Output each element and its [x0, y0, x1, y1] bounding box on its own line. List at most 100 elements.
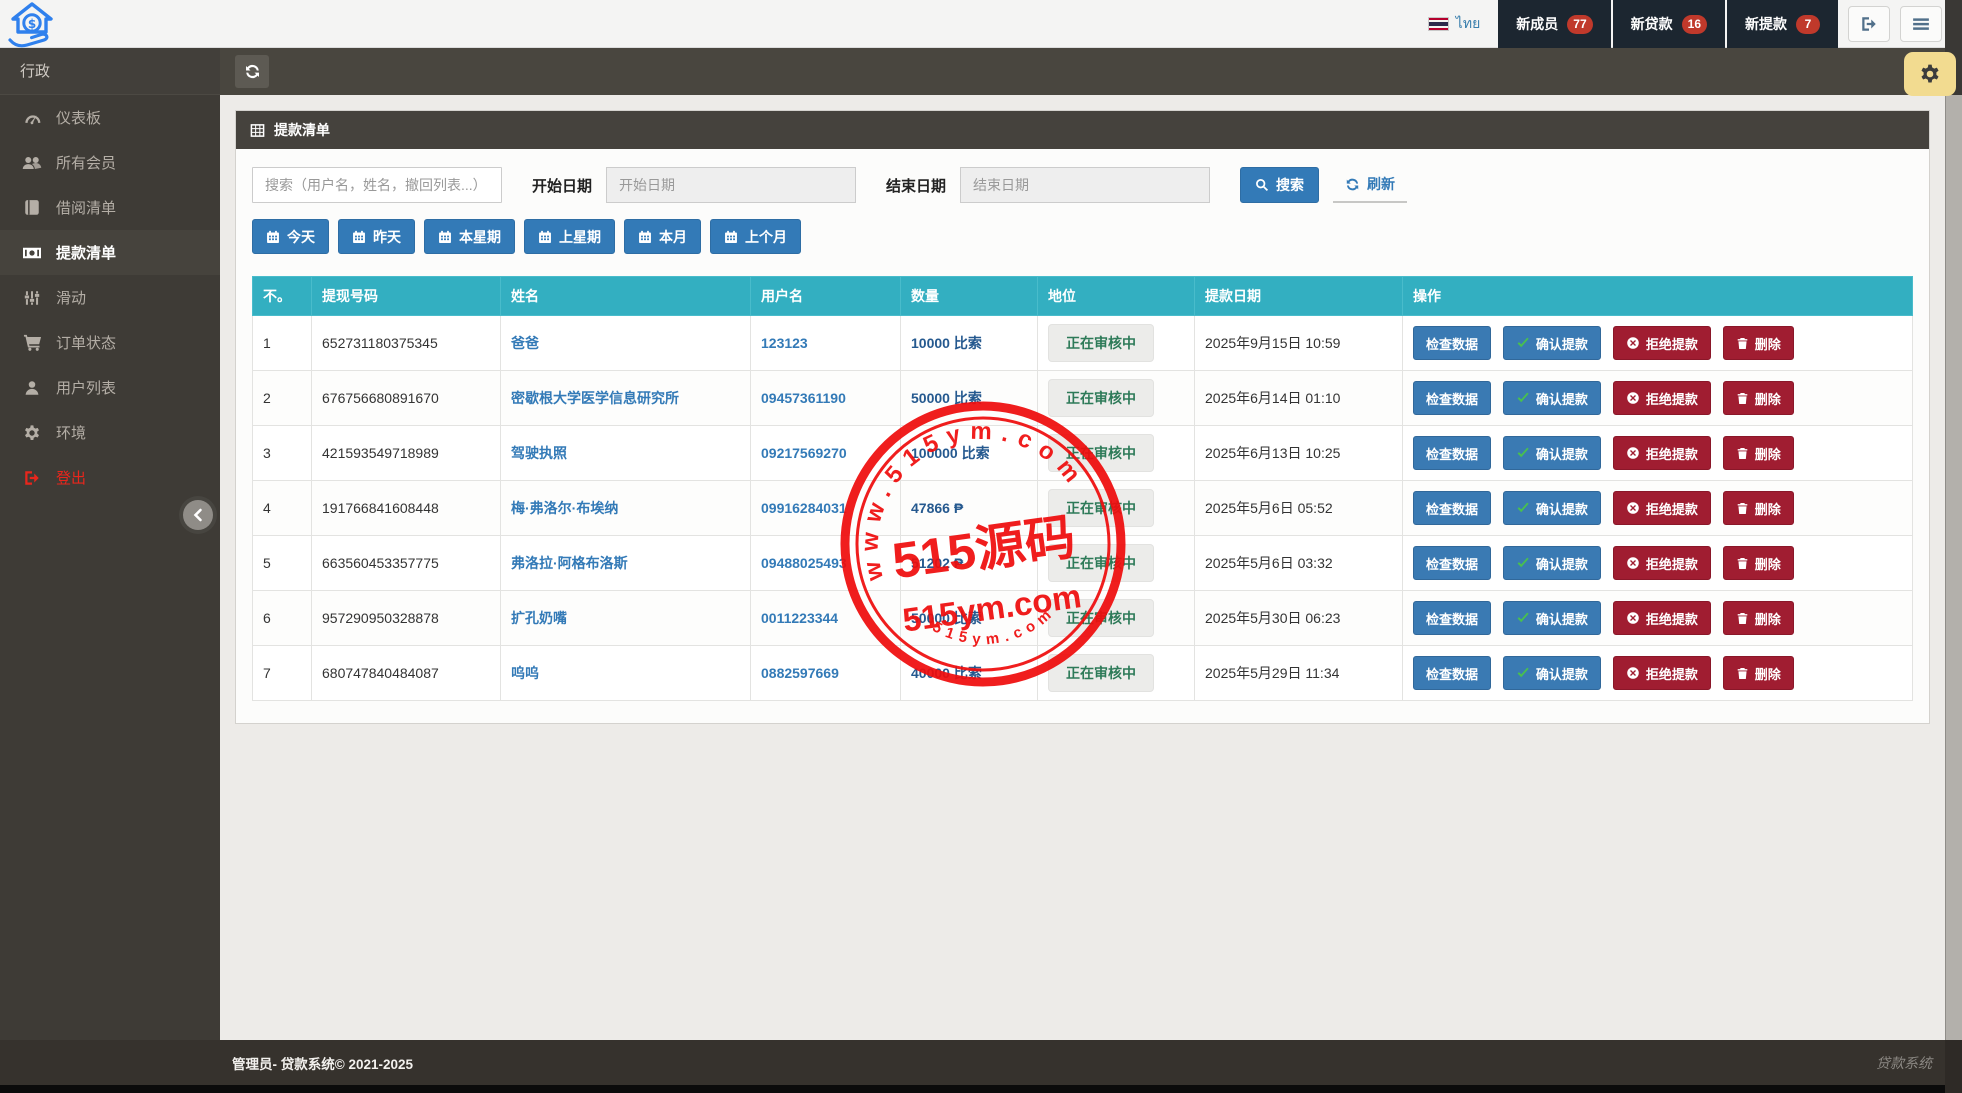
reject-withdraw-button[interactable]: 拒绝提款: [1612, 381, 1711, 415]
check-icon: [1516, 501, 1530, 515]
quick-date-button-本月[interactable]: 本月: [624, 219, 701, 254]
start-date-input[interactable]: [606, 167, 857, 203]
end-date-input[interactable]: [960, 167, 1211, 203]
cell-username-link[interactable]: 0011223344: [761, 610, 838, 626]
sidebar-item-借阅清单[interactable]: 借阅清单: [0, 185, 220, 230]
cell-username-link[interactable]: 09217569270: [761, 445, 847, 461]
search-input[interactable]: [252, 167, 502, 203]
column-header: 地位: [1037, 276, 1195, 316]
circle-x-icon: [1626, 611, 1640, 625]
sidebar-item-登出[interactable]: 登出: [0, 455, 220, 500]
footer-system-name: 贷款系统: [1876, 1054, 1932, 1071]
search-button[interactable]: 搜索: [1240, 167, 1320, 203]
navbar-right-group: ไทย 新成员 77 新贷款 16 新提款 7: [1412, 0, 1942, 48]
circle-x-icon: [1626, 446, 1640, 460]
sidebar-item-仪表板[interactable]: 仪表板: [0, 95, 220, 140]
check-data-button[interactable]: 检查数据: [1413, 601, 1492, 635]
nav-counter-box[interactable]: 新贷款 16: [1612, 0, 1725, 48]
cell-no: 4: [252, 480, 312, 536]
cell-username-link[interactable]: 09488025493: [761, 555, 847, 571]
delete-button[interactable]: 删除: [1722, 491, 1794, 525]
logout-button[interactable]: [1848, 6, 1890, 42]
cell-name-link[interactable]: 密歇根大学医学信息研究所: [511, 390, 679, 406]
cell-name-link[interactable]: 梅·弗洛尔·布埃纳: [511, 500, 618, 516]
sidebar-item-订单状态[interactable]: 订单状态: [0, 320, 220, 365]
cell-name-link[interactable]: 爸爸: [511, 335, 539, 351]
refresh-icon: [1345, 177, 1360, 192]
check-data-button[interactable]: 检查数据: [1413, 436, 1492, 470]
sidebar-item-用户列表[interactable]: 用户列表: [0, 365, 220, 410]
check-data-button[interactable]: 检查数据: [1413, 381, 1492, 415]
delete-button[interactable]: 删除: [1722, 381, 1794, 415]
delete-button[interactable]: 删除: [1722, 656, 1794, 690]
cell-username-link[interactable]: 123123: [761, 335, 808, 351]
page-refresh-button[interactable]: [235, 55, 269, 88]
reject-withdraw-button[interactable]: 拒绝提款: [1612, 656, 1711, 690]
quick-date-button-昨天[interactable]: 昨天: [338, 219, 415, 254]
cell-actions: 检查数据 确认提款 拒绝提款 删除: [1402, 645, 1913, 701]
delete-button[interactable]: 删除: [1722, 326, 1794, 360]
language-switcher[interactable]: ไทย: [1412, 0, 1496, 48]
confirm-withdraw-button[interactable]: 确认提款: [1502, 381, 1601, 415]
check-data-button[interactable]: 检查数据: [1413, 656, 1492, 690]
delete-button[interactable]: 删除: [1722, 546, 1794, 580]
sidebar-item-滑动[interactable]: 滑动: [0, 275, 220, 320]
reject-withdraw-button[interactable]: 拒绝提款: [1612, 491, 1711, 525]
confirm-withdraw-button[interactable]: 确认提款: [1502, 436, 1601, 470]
cell-date: 2025年5月6日 05:52: [1194, 480, 1403, 536]
table-row: 5 663560453357775 弗洛拉·阿格布洛斯 09488025493 …: [252, 535, 1913, 591]
nav-counter-box[interactable]: 新成员 77: [1498, 0, 1611, 48]
scrollbar-track[interactable]: [1945, 95, 1962, 1040]
chevron-left-icon: [190, 507, 206, 523]
delete-button[interactable]: 删除: [1722, 436, 1794, 470]
check-data-button[interactable]: 检查数据: [1413, 326, 1492, 360]
cell-name-link[interactable]: 驾驶执照: [511, 445, 567, 461]
sidebar-item-环境[interactable]: 环境: [0, 410, 220, 455]
app-page: $ ไทย 新成员 77 新贷款 16 新提款 7 行政 仪表板 所有会员 借阅…: [0, 0, 1962, 1093]
sidebar-item-提款清单[interactable]: 提款清单: [0, 230, 220, 275]
nav-counter-box[interactable]: 新提款 7: [1727, 0, 1838, 48]
sidebar-item-所有会员[interactable]: 所有会员: [0, 140, 220, 185]
check-data-button[interactable]: 检查数据: [1413, 546, 1492, 580]
trash-icon: [1736, 502, 1749, 515]
check-data-button[interactable]: 检查数据: [1413, 491, 1492, 525]
check-icon: [1516, 666, 1530, 680]
delete-button[interactable]: 删除: [1722, 601, 1794, 635]
scrollbar[interactable]: [1945, 0, 1962, 1093]
confirm-withdraw-button[interactable]: 确认提款: [1502, 546, 1601, 580]
cell-no: 2: [252, 370, 312, 426]
cell-amount: 10000 比索: [911, 335, 982, 351]
circle-x-icon: [1626, 501, 1640, 515]
reject-withdraw-button[interactable]: 拒绝提款: [1612, 326, 1711, 360]
settings-button[interactable]: [1904, 52, 1956, 96]
cell-username-link[interactable]: 0882597669: [761, 665, 839, 681]
confirm-withdraw-button[interactable]: 确认提款: [1502, 656, 1601, 690]
trash-icon: [1736, 557, 1749, 570]
cell-username-link[interactable]: 09457361190: [761, 390, 846, 406]
reject-withdraw-button[interactable]: 拒绝提款: [1612, 601, 1711, 635]
cell-username-link[interactable]: 09916284031: [761, 500, 847, 516]
confirm-withdraw-button[interactable]: 确认提款: [1502, 601, 1601, 635]
cell-no: 7: [252, 645, 312, 701]
cell-amount: 47866 ₱: [911, 500, 964, 516]
reject-withdraw-button[interactable]: 拒绝提款: [1612, 436, 1711, 470]
cell-name-link[interactable]: 呜呜: [511, 665, 539, 681]
sidebar-header: 行政: [0, 48, 220, 95]
reject-withdraw-button[interactable]: 拒绝提款: [1612, 546, 1711, 580]
quick-date-button-上星期[interactable]: 上星期: [524, 219, 615, 254]
menu-toggle-button[interactable]: [1900, 6, 1942, 42]
count-badge: 7: [1796, 14, 1820, 34]
confirm-withdraw-button[interactable]: 确认提款: [1502, 491, 1601, 525]
refresh-link-button[interactable]: 刷新: [1333, 167, 1408, 203]
cell-name-link[interactable]: 弗洛拉·阿格布洛斯: [511, 555, 628, 571]
nav-counter-label: 新成员: [1516, 16, 1559, 32]
confirm-withdraw-button[interactable]: 确认提款: [1502, 326, 1601, 360]
quick-date-button-上个月[interactable]: 上个月: [710, 219, 801, 254]
quick-date-button-今天[interactable]: 今天: [252, 219, 329, 254]
quick-date-button-本星期[interactable]: 本星期: [424, 219, 515, 254]
circle-x-icon: [1626, 666, 1640, 680]
table-body: 1 652731180375345 爸爸 123123 10000 比索 正在审…: [252, 315, 1913, 701]
cell-actions: 检查数据 确认提款 拒绝提款 删除: [1402, 425, 1913, 481]
sidebar-collapse-button[interactable]: [183, 500, 213, 530]
cell-name-link[interactable]: 扩孔奶嘴: [511, 610, 567, 626]
